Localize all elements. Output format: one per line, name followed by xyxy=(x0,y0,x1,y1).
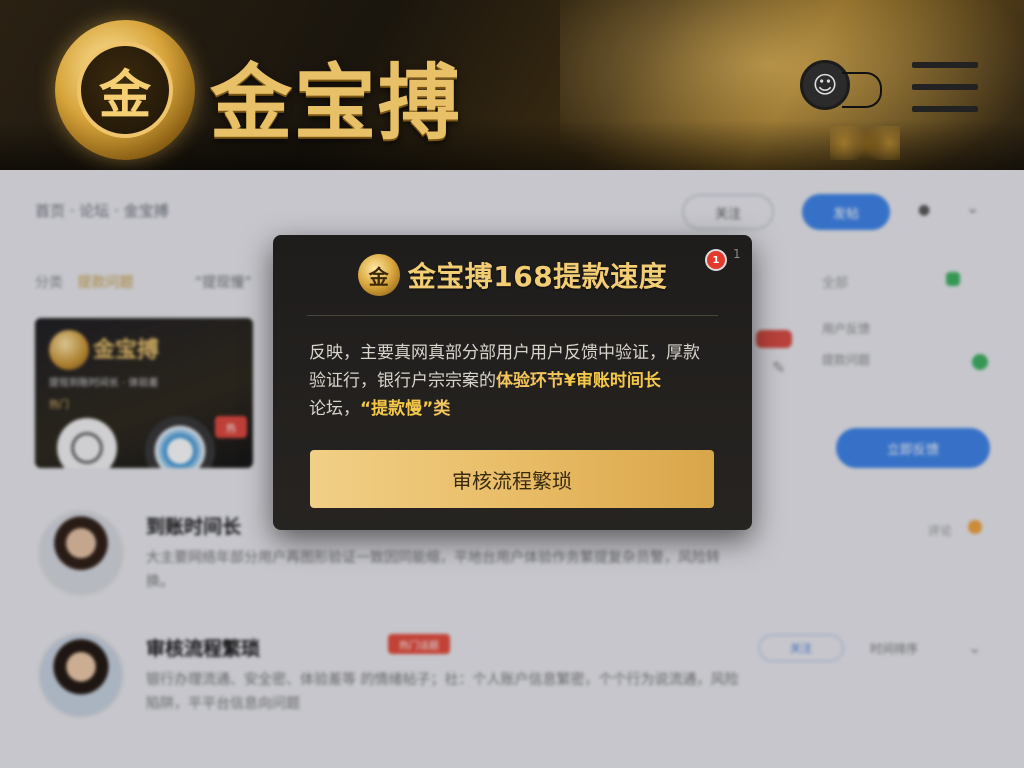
close-icon[interactable]: 1 xyxy=(733,247,741,261)
brand-logo-glyph: 金 xyxy=(77,42,173,138)
body-text: 验证行，银行户宗宗案的 xyxy=(309,371,496,391)
body-text: 论坛， xyxy=(309,399,360,419)
modal-body-line: 论坛，“提款慢”类 xyxy=(309,395,719,423)
hamburger-menu-icon[interactable] xyxy=(912,62,978,112)
promo-modal: 金 金宝搏168提款速度 1 1 反映，主要真网真部分部用户用户反馈中验证，厚款… xyxy=(273,235,752,530)
body-highlight: 体验环节 xyxy=(496,371,564,391)
modal-body-line: 验证行，银行户宗宗案的体验环节¥审账时间长 xyxy=(309,367,719,395)
modal-header: 金 金宝搏168提款速度 xyxy=(273,235,752,315)
body-text: 类 xyxy=(433,399,451,419)
site-header: 金 金宝搏 ☺ xyxy=(0,0,1024,170)
casino-chips-decoration xyxy=(830,126,900,160)
user-menu-pill[interactable] xyxy=(842,72,882,108)
modal-logo-icon: 金 xyxy=(357,254,400,296)
brand-name: 金宝搏 xyxy=(210,55,463,151)
body-highlight-strong: ¥审账时间长 xyxy=(564,371,661,391)
cta-button[interactable]: 审核流程繁琐 xyxy=(310,450,714,508)
body-quote: “提款慢” xyxy=(360,399,434,419)
modal-body-line: 反映，主要真网真部分部用户用户反馈中验证，厚款 xyxy=(309,343,700,363)
notification-badge: 1 xyxy=(707,251,725,269)
modal-divider xyxy=(307,315,718,316)
brand-logo[interactable]: 金 xyxy=(55,20,195,160)
modal-body: 反映，主要真网真部分部用户用户反馈中验证，厚款 验证行，银行户宗宗案的体验环节¥… xyxy=(309,339,719,423)
modal-title: 金宝搏168提款速度 xyxy=(407,260,668,293)
